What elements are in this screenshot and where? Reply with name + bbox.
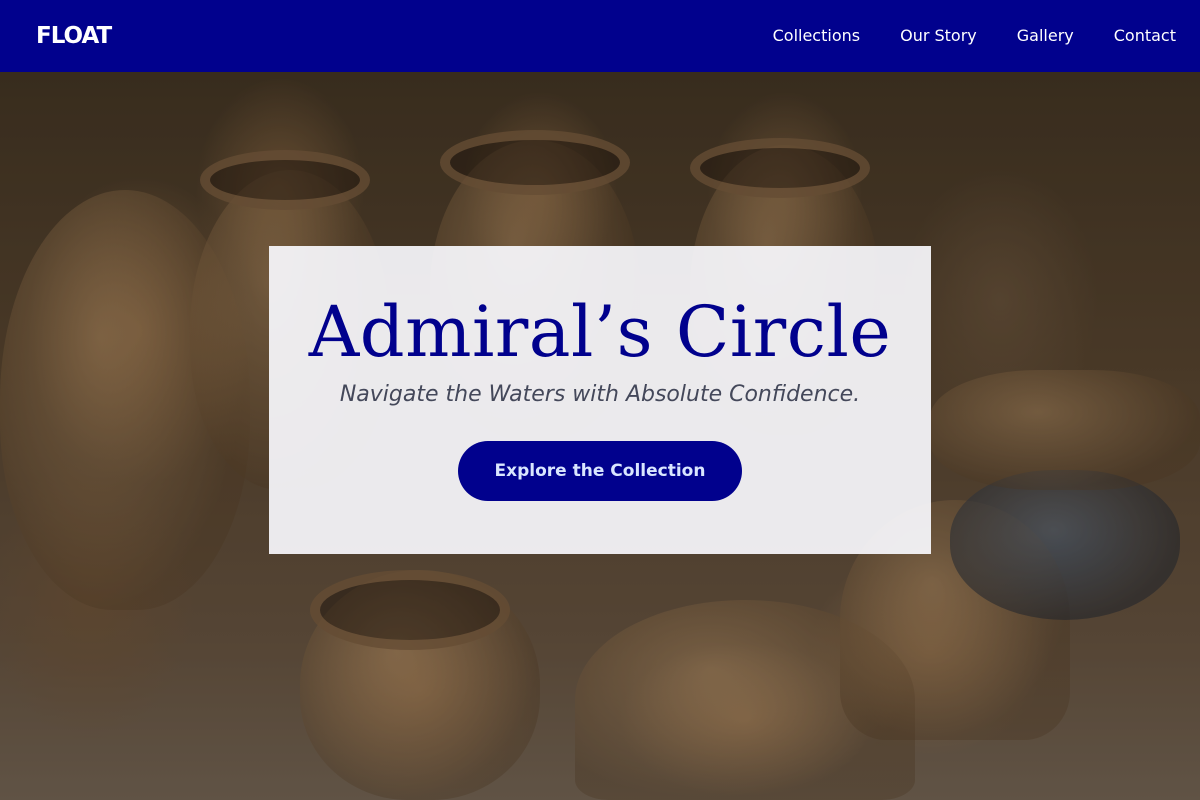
hero-subtitle: Navigate the Waters with Absolute Confid… [339, 382, 861, 407]
nav-item: Our Story [900, 26, 977, 46]
nav-link-contact[interactable]: Contact [1114, 26, 1176, 45]
hero-card: Admiral’s Circle Navigate the Waters wit… [269, 246, 931, 554]
page: FLOAT Collections Our Story Gallery Cont… [0, 0, 1200, 800]
nav-item: Collections [773, 26, 860, 46]
nav-link-gallery[interactable]: Gallery [1017, 26, 1074, 45]
nav-link-collections[interactable]: Collections [773, 26, 860, 45]
top-navbar: FLOAT Collections Our Story Gallery Cont… [0, 0, 1200, 72]
explore-collection-button[interactable]: Explore the Collection [458, 441, 742, 501]
nav-item: Gallery [1017, 26, 1074, 46]
brand-logo[interactable]: FLOAT [36, 23, 112, 49]
nav-links: Collections Our Story Gallery Contact [773, 26, 1176, 46]
nav-link-our-story[interactable]: Our Story [900, 26, 977, 45]
nav-item: Contact [1114, 26, 1176, 46]
hero-title: Admiral’s Circle [308, 291, 892, 373]
